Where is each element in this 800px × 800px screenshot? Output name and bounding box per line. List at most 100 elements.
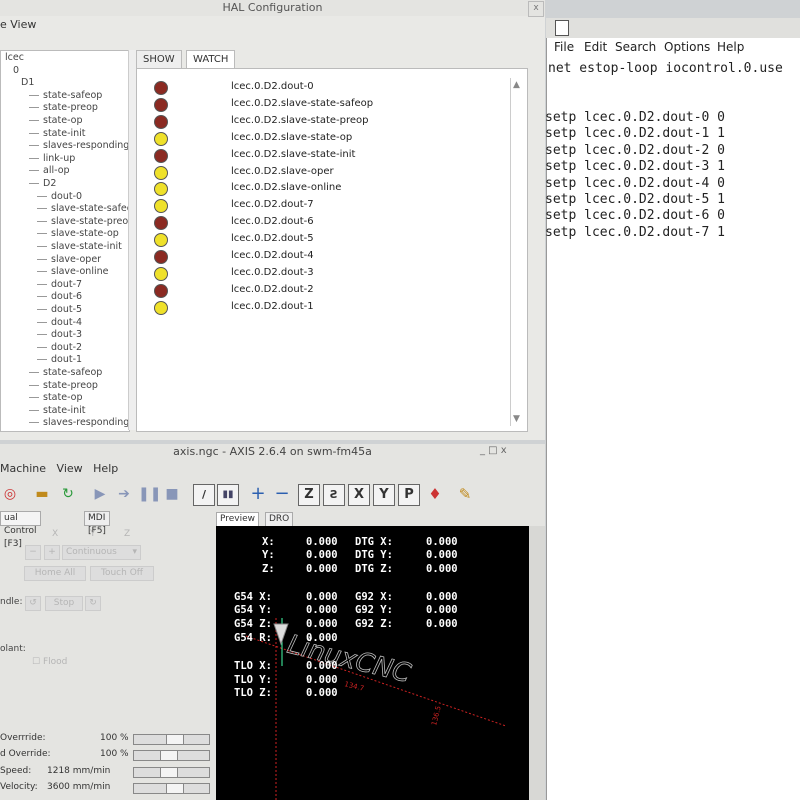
editor-menu-search[interactable]: Search [615, 40, 656, 54]
tree-item[interactable]: state-safeop [29, 90, 102, 102]
watch-row[interactable]: lcec.0.D2.slave-oper [137, 164, 497, 180]
watch-row[interactable]: lcec.0.D2.slave-state-safeop [137, 96, 497, 112]
clear-plot-icon[interactable]: ✎ [455, 484, 475, 504]
watch-row[interactable]: lcec.0.D2.slave-state-init [137, 147, 497, 163]
tab-manual-control[interactable]: ual Control [F3] [0, 511, 41, 549]
axis-radio-y[interactable]: Y [90, 529, 96, 539]
menu-machine[interactable]: Machine [0, 462, 46, 475]
tree-item[interactable]: state-op [29, 115, 83, 127]
view-p-icon[interactable]: P [398, 484, 420, 506]
tree-item[interactable]: state-preop [29, 380, 98, 392]
editor-line[interactable]: setp lcec.0.D2.dout-3 1 [545, 159, 725, 174]
tree-item[interactable]: slave-state-preop [37, 216, 129, 228]
editor-line[interactable]: setp lcec.0.D2.dout-6 0 [545, 208, 725, 223]
pause-icon[interactable]: ❚❚ [138, 484, 161, 504]
tree-item[interactable]: dout-2 [37, 342, 82, 354]
watch-row[interactable]: lcec.0.D2.slave-state-preop [137, 113, 497, 129]
override-slider[interactable] [133, 767, 210, 778]
editor-line-net[interactable]: net estop-loop iocontrol.0.use [548, 61, 783, 76]
menu-view[interactable]: View [57, 462, 83, 475]
tree-item[interactable]: slave-state-op [37, 228, 119, 240]
tree-item[interactable]: state-op [29, 392, 83, 404]
zoom-out-icon[interactable]: − [272, 484, 292, 504]
watch-row[interactable]: lcec.0.D2.dout-2 [137, 282, 497, 298]
editor-line[interactable]: setp lcec.0.D2.dout-2 0 [545, 143, 725, 158]
view-z-icon[interactable]: Z [298, 484, 320, 506]
editor-line[interactable]: setp lcec.0.D2.dout-7 1 [545, 225, 725, 240]
spindle-reverse-button[interactable]: ↺ [25, 596, 41, 611]
view-y-icon[interactable]: Y [373, 484, 395, 506]
tree-item[interactable]: slave-online [37, 266, 108, 278]
editor-menu-options[interactable]: Options [664, 40, 710, 54]
tree-item[interactable]: dout-1 [37, 354, 82, 366]
watch-scrollbar[interactable]: ▲ ▼ [510, 78, 525, 426]
stop-icon[interactable]: ■ [162, 484, 182, 504]
hal-menu-view[interactable]: e View [0, 16, 545, 34]
menu-help[interactable]: Help [93, 462, 118, 475]
override-slider[interactable] [133, 734, 210, 745]
tree-item[interactable]: state-preop [29, 102, 98, 114]
jog-minus-button[interactable]: − [25, 545, 41, 560]
scroll-down-icon[interactable]: ▼ [513, 414, 520, 424]
watch-row[interactable]: lcec.0.D2.slave-state-op [137, 130, 497, 146]
tree-item[interactable]: D1 [21, 77, 34, 89]
jog-increment-select[interactable]: Continuous ▾ [62, 545, 141, 560]
override-slider[interactable] [133, 783, 210, 794]
watch-row[interactable]: lcec.0.D2.slave-online [137, 180, 497, 197]
flood-checkbox[interactable]: ☐ Flood [32, 657, 67, 667]
slider-handle[interactable] [166, 735, 184, 744]
tree-item[interactable]: dout-7 [37, 279, 82, 291]
tab-watch[interactable]: WATCH [186, 50, 236, 70]
slider-handle[interactable] [166, 784, 184, 793]
tree-item[interactable]: dout-3 [37, 329, 82, 341]
watch-row[interactable]: lcec.0.D2.dout-7 [137, 197, 497, 214]
tree-item[interactable]: slave-state-init [37, 241, 122, 253]
hal-close-button[interactable]: x [528, 1, 544, 17]
override-slider[interactable] [133, 750, 210, 761]
reload-icon[interactable]: ↻ [58, 484, 78, 504]
touch-off-button[interactable]: Touch Off [90, 566, 154, 581]
optional-stop-icon[interactable]: ▮▮ [217, 484, 239, 506]
spindle-stop-button[interactable]: Stop [45, 596, 83, 611]
watch-row[interactable]: lcec.0.D2.dout-1 [137, 299, 497, 315]
scroll-up-icon[interactable]: ▲ [513, 80, 520, 90]
view-x-icon[interactable]: X [348, 484, 370, 506]
watch-row[interactable]: lcec.0.D2.dout-6 [137, 214, 497, 231]
tree-item[interactable]: link-up [29, 153, 75, 165]
tree-item[interactable]: dout-6 [37, 291, 82, 303]
tree-item[interactable]: dout-5 [37, 304, 82, 316]
zoom-in-icon[interactable]: + [248, 484, 268, 504]
preview-canvas[interactable]: LinuxCNC 134.7 136.5 X: 0.000 DTG X: 0.000 Y… [216, 526, 529, 800]
editor-menu-help[interactable]: Help [717, 40, 744, 54]
tree-item[interactable]: all-op [29, 165, 70, 177]
tree-item[interactable]: state-init [29, 128, 86, 140]
tree-item[interactable]: 0 [13, 65, 19, 77]
jog-plus-button[interactable]: + [44, 545, 60, 560]
tab-dro[interactable]: DRO [265, 512, 294, 527]
tree-item[interactable]: state-safeop [29, 367, 102, 379]
run-icon[interactable]: ▶ [90, 484, 110, 504]
slider-handle[interactable] [160, 751, 178, 760]
tree-item[interactable]: D2 [29, 178, 56, 190]
watch-row[interactable]: lcec.0.D2.dout-0 [137, 79, 497, 95]
editor-line[interactable]: setp lcec.0.D2.dout-0 0 [545, 110, 725, 125]
editor-menu-edit[interactable]: Edit [584, 40, 607, 54]
block-delete-icon[interactable]: / [193, 484, 215, 506]
tree-item[interactable]: state-init [29, 405, 86, 417]
spindle-forward-button[interactable]: ↻ [85, 596, 101, 611]
tree-item[interactable]: slave-oper [37, 254, 101, 266]
tab-show[interactable]: SHOW [136, 50, 182, 70]
tree-item[interactable]: dout-0 [37, 191, 82, 203]
tab-preview[interactable]: Preview [216, 512, 260, 527]
tree-item[interactable]: dout-4 [37, 317, 82, 329]
axis-window-controls[interactable]: _ □ x [480, 445, 507, 456]
axis-radio-x[interactable]: X [52, 529, 58, 539]
watch-row[interactable]: lcec.0.D2.dout-4 [137, 248, 497, 264]
tree-item[interactable]: slaves-responding [29, 140, 129, 152]
editor-line[interactable]: setp lcec.0.D2.dout-1 1 [545, 126, 725, 141]
axis-radio-z[interactable]: Z [124, 529, 130, 539]
watch-row[interactable]: lcec.0.D2.dout-3 [137, 265, 497, 281]
tab-mdi[interactable]: MDI [F5] [84, 511, 110, 536]
editor-line[interactable]: setp lcec.0.D2.dout-4 0 [545, 176, 725, 191]
watch-row[interactable]: lcec.0.D2.dout-5 [137, 231, 497, 248]
